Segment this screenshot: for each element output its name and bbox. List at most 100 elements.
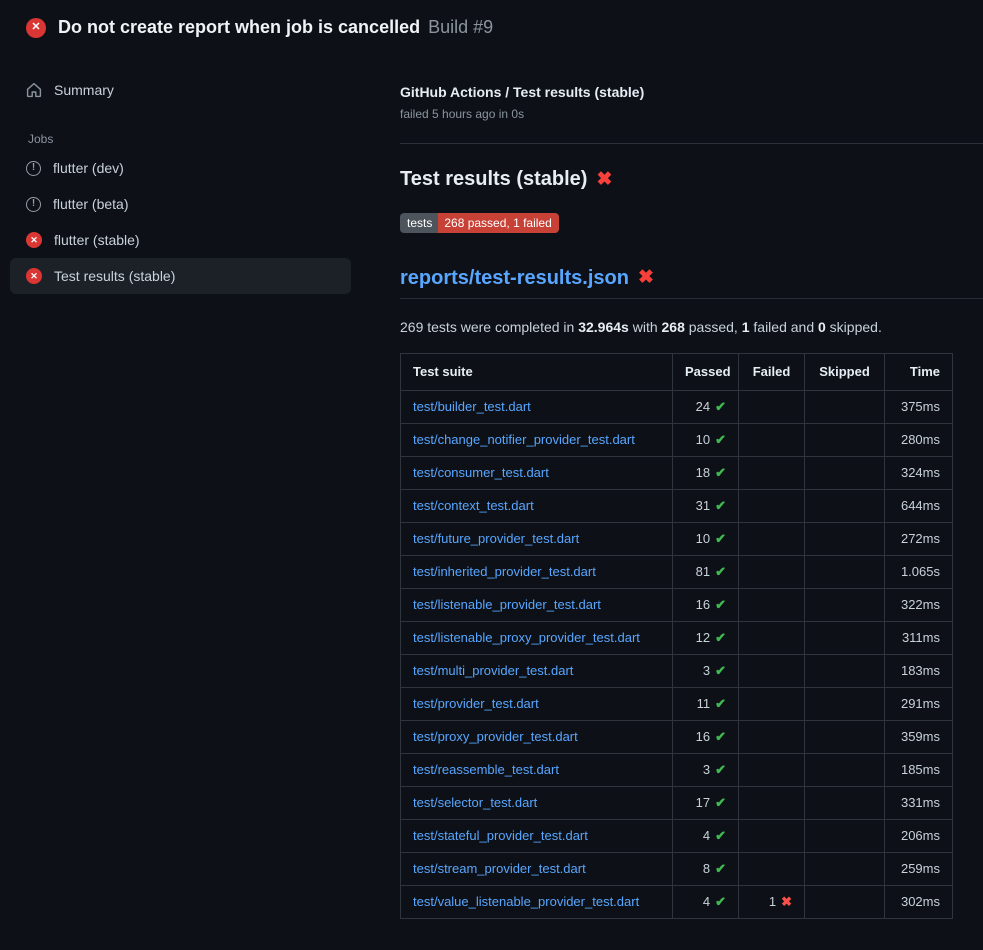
pass-count-cell: 11✔ — [673, 688, 739, 721]
summary-text-part: 32.964s — [578, 319, 629, 335]
column-header-skipped: Skipped — [805, 354, 885, 391]
suite-cell: test/provider_test.dart — [401, 688, 673, 721]
test-suite-row: test/multi_provider_test.dart 3✔ 183ms — [401, 655, 953, 688]
test-suite-link[interactable]: test/listenable_proxy_provider_test.dart — [413, 630, 640, 645]
fail-count-cell — [739, 457, 805, 490]
build-number: Build #9 — [428, 17, 493, 38]
section-title-text: Test results (stable) — [400, 168, 587, 191]
fail-count-cell — [739, 556, 805, 589]
test-suite-link[interactable]: test/future_provider_test.dart — [413, 531, 579, 546]
fail-count-cell — [739, 391, 805, 424]
pass-count: 11 — [697, 696, 711, 711]
suite-cell: test/inherited_provider_test.dart — [401, 556, 673, 589]
test-suite-link[interactable]: test/listenable_provider_test.dart — [413, 597, 601, 612]
test-suite-link[interactable]: test/stream_provider_test.dart — [413, 861, 586, 876]
suite-cell: test/multi_provider_test.dart — [401, 655, 673, 688]
pass-count-cell: 3✔ — [673, 754, 739, 787]
failed-status-icon: ✕ — [26, 232, 42, 248]
test-suite-link[interactable]: test/value_listenable_provider_test.dart — [413, 894, 639, 909]
sidebar-job-flutter-beta[interactable]: !flutter (beta) — [10, 186, 351, 222]
suite-cell: test/consumer_test.dart — [401, 457, 673, 490]
skip-count-cell — [805, 655, 885, 688]
sidebar: Summary Jobs !flutter (dev)!flutter (bet… — [0, 48, 390, 294]
sidebar-job-flutter-stable[interactable]: ✕flutter (stable) — [10, 222, 351, 258]
pass-count-cell: 16 ✔ — [673, 721, 739, 754]
pass-count-cell: 4✔ — [673, 820, 739, 853]
pass-count: 24 — [696, 399, 710, 414]
fail-count-cell — [739, 721, 805, 754]
suite-cell: test/future_provider_test.dart — [401, 523, 673, 556]
check-icon: ✔ — [715, 498, 726, 513]
failed-x-icon: ✖ — [596, 168, 612, 191]
test-suite-link[interactable]: test/reassemble_test.dart — [413, 762, 559, 777]
pass-count: 81 — [696, 564, 710, 579]
pass-count: 10 — [696, 531, 710, 546]
suite-cell: test/listenable_provider_test.dart — [401, 589, 673, 622]
check-icon: ✔ — [715, 795, 726, 810]
skip-count-cell — [805, 721, 885, 754]
pass-count: 16 — [696, 729, 710, 744]
check-icon: ✔ — [715, 630, 726, 645]
column-header-time: Time — [885, 354, 953, 391]
suite-cell: test/builder_test.dart — [401, 391, 673, 424]
pass-count-cell: 24✔ — [673, 391, 739, 424]
test-suite-link[interactable]: test/provider_test.dart — [413, 696, 539, 711]
failed-x-icon: ✖ — [638, 267, 654, 289]
pass-count-cell: 81 ✔ — [673, 556, 739, 589]
skip-count-cell — [805, 688, 885, 721]
pass-count-cell: 3✔ — [673, 655, 739, 688]
job-label: flutter (beta) — [53, 196, 128, 212]
sidebar-job-flutter-dev[interactable]: !flutter (dev) — [10, 150, 351, 186]
time-cell: 183ms — [885, 655, 953, 688]
test-suite-link[interactable]: test/builder_test.dart — [413, 399, 531, 414]
test-suite-row: test/inherited_provider_test.dart81✔1.06… — [401, 556, 953, 589]
pass-count: 18 — [696, 465, 710, 480]
time-cell: 322ms — [885, 589, 953, 622]
test-suite-row: test/future_provider_test.dart10✔272ms — [401, 523, 953, 556]
fail-count-cell — [739, 787, 805, 820]
pass-count-cell: 17✔ — [673, 787, 739, 820]
check-icon: ✔ — [715, 597, 726, 612]
check-icon: ✔ — [715, 564, 726, 579]
summary-text-part: failed and — [750, 319, 819, 335]
suite-cell: test/proxy_provider_test.dart — [401, 721, 673, 754]
cross-icon: ✖ — [781, 894, 792, 909]
time-cell: 185ms — [885, 754, 953, 787]
sidebar-item-summary[interactable]: Summary — [10, 72, 351, 108]
check-icon: ✔ — [715, 432, 726, 447]
fail-count-cell — [739, 424, 805, 457]
sidebar-job-test-results-stable[interactable]: ✕Test results (stable) — [10, 258, 351, 294]
time-cell: 272ms — [885, 523, 953, 556]
job-label: Test results (stable) — [54, 268, 175, 284]
test-suite-link[interactable]: test/proxy_provider_test.dart — [413, 729, 578, 744]
test-suite-row: test/provider_test.dart11✔291ms — [401, 688, 953, 721]
fail-count-cell — [739, 490, 805, 523]
test-suite-row: test/stream_provider_test.dart8✔259ms — [401, 853, 953, 886]
skip-count-cell — [805, 754, 885, 787]
page-layout: Summary Jobs !flutter (dev)!flutter (bet… — [0, 48, 983, 919]
pass-count-cell: 4✔ — [673, 886, 739, 919]
main-content: GitHub Actions / Test results (stable) f… — [390, 48, 983, 919]
check-icon: ✔ — [715, 465, 726, 480]
time-cell: 311ms — [885, 622, 953, 655]
test-suite-row: test/change_notifier_provider_test.dart1… — [401, 424, 953, 457]
test-suite-link[interactable]: test/change_notifier_provider_test.dart — [413, 432, 635, 447]
test-suite-link[interactable]: test/multi_provider_test.dart — [413, 663, 573, 678]
test-suite-link[interactable]: test/context_test.dart — [413, 498, 534, 513]
fail-count-cell: 1✖ — [739, 886, 805, 919]
test-suite-link[interactable]: test/consumer_test.dart — [413, 465, 549, 480]
test-suite-link[interactable]: test/selector_test.dart — [413, 795, 537, 810]
time-cell: 206ms — [885, 820, 953, 853]
test-suite-link[interactable]: test/stateful_provider_test.dart — [413, 828, 588, 843]
test-suite-row: test/proxy_provider_test.dart16✔359ms — [401, 721, 953, 754]
suite-cell: test/change_notifier_provider_test.dart — [401, 424, 673, 457]
check-icon: ✔ — [715, 729, 726, 744]
pass-count-cell: 12✔ — [673, 622, 739, 655]
test-suite-link[interactable]: test/inherited_provider_test.dart — [413, 564, 596, 579]
skip-count-cell — [805, 391, 885, 424]
fail-count-cell — [739, 853, 805, 886]
report-file-link[interactable]: reports/test-results.json — [400, 267, 629, 289]
pass-count: 3 — [703, 762, 710, 777]
build-failed-icon: ✕ — [26, 18, 46, 38]
suite-cell: test/selector_test.dart — [401, 787, 673, 820]
